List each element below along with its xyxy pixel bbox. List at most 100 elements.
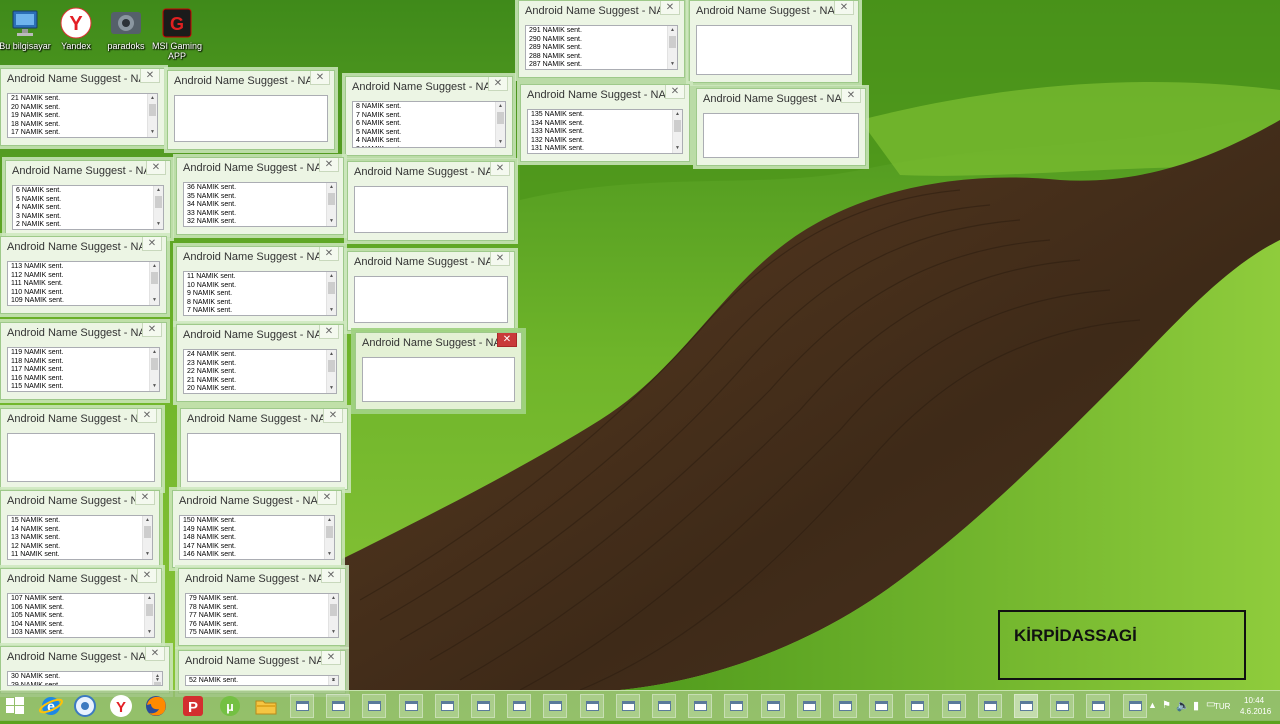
taskbar-window-button[interactable] bbox=[652, 694, 676, 718]
vertical-scrollbar[interactable]: ▲▼ bbox=[149, 262, 159, 305]
close-icon[interactable]: ✕ bbox=[310, 71, 330, 85]
yandex-small-button[interactable] bbox=[72, 693, 102, 719]
log-textbox[interactable]: 79 NAMIK sent.78 NAMIK sent.77 NAMIK sen… bbox=[185, 593, 339, 638]
log-textbox[interactable] bbox=[703, 113, 859, 158]
window-titlebar[interactable]: Android Name Suggest - NA...✕ bbox=[173, 491, 341, 513]
log-textbox[interactable]: 24 NAMIK sent.23 NAMIK sent.22 NAMIK sen… bbox=[183, 349, 337, 394]
log-textbox[interactable]: 119 NAMIK sent.118 NAMIK sent.117 NAMIK … bbox=[7, 347, 160, 392]
close-icon[interactable]: ✕ bbox=[497, 333, 517, 347]
scrollbar-thumb[interactable] bbox=[149, 104, 156, 116]
vertical-scrollbar[interactable]: ▲▼ bbox=[324, 516, 334, 559]
close-icon[interactable]: ✕ bbox=[321, 569, 341, 583]
close-icon[interactable]: ✕ bbox=[319, 325, 339, 339]
taskbar-window-button[interactable] bbox=[761, 694, 785, 718]
scroll-up-icon[interactable]: ▲ bbox=[150, 348, 159, 357]
scroll-down-icon[interactable]: ▼ bbox=[496, 138, 505, 147]
close-icon[interactable]: ✕ bbox=[665, 85, 685, 99]
app-window[interactable]: Android Name Suggest - NA...✕79 NAMIK se… bbox=[178, 568, 346, 646]
close-icon[interactable]: ✕ bbox=[145, 647, 165, 661]
window-titlebar[interactable]: Android Name Suggest - NA...✕ bbox=[177, 325, 343, 347]
taskbar-window-button[interactable] bbox=[724, 694, 748, 718]
taskbar-window-button[interactable] bbox=[833, 694, 857, 718]
window-titlebar[interactable]: Android Name Suggest - NA...✕ bbox=[1, 237, 166, 259]
taskbar-window-button[interactable] bbox=[616, 694, 640, 718]
log-textbox[interactable]: 30 NAMIK sent.29 NAMIK sent.28 NAMIK sen… bbox=[7, 671, 163, 686]
app-window[interactable]: Android Name Suggest - NA...✕21 NAMIK se… bbox=[0, 68, 165, 146]
window-titlebar[interactable]: Android Name Suggest - NA...✕ bbox=[1, 569, 161, 591]
vertical-scrollbar[interactable]: ▲▼ bbox=[326, 272, 336, 315]
log-textbox[interactable]: 291 NAMIK sent.290 NAMIK sent.289 NAMIK … bbox=[525, 25, 678, 70]
window-titlebar[interactable]: Android Name Suggest - NA...✕ bbox=[1, 491, 159, 513]
taskbar-window-button[interactable] bbox=[1086, 694, 1110, 718]
vertical-scrollbar[interactable]: ▲▼ bbox=[672, 110, 682, 153]
close-icon[interactable]: ✕ bbox=[323, 409, 343, 423]
scroll-up-icon[interactable]: ▲ bbox=[668, 26, 677, 35]
app-window[interactable]: Android Name Suggest - NA...✕52 NAMIK se… bbox=[178, 650, 346, 694]
vertical-scrollbar[interactable]: ▲▼ bbox=[144, 594, 154, 637]
app-window[interactable]: Android Name Suggest - NA...✕ bbox=[167, 70, 335, 150]
log-textbox[interactable] bbox=[362, 357, 515, 402]
scroll-down-icon[interactable]: ▼ bbox=[145, 628, 154, 637]
language-indicator[interactable]: TUR bbox=[1214, 702, 1230, 711]
tray-expand-icon[interactable]: ▲ bbox=[1148, 700, 1157, 710]
log-textbox[interactable]: 107 NAMIK sent.106 NAMIK sent.105 NAMIK … bbox=[7, 593, 155, 638]
window-titlebar[interactable]: Android Name Suggest - NA...✕ bbox=[181, 409, 347, 431]
scroll-up-icon[interactable]: ▲ bbox=[148, 94, 157, 103]
log-textbox[interactable] bbox=[354, 186, 508, 233]
window-titlebar[interactable]: Android Name Suggest - NA...✕ bbox=[348, 252, 514, 274]
file-explorer-button[interactable] bbox=[253, 693, 283, 719]
app-window[interactable]: Android Name Suggest - NA...✕291 NAMIK s… bbox=[518, 0, 685, 78]
taskbar-window-button[interactable] bbox=[543, 694, 567, 718]
log-textbox[interactable] bbox=[7, 433, 155, 482]
volume-icon[interactable]: 🔈 bbox=[1176, 699, 1190, 712]
close-icon[interactable]: ✕ bbox=[135, 491, 155, 505]
taskbar-window-button[interactable] bbox=[580, 694, 604, 718]
scroll-up-icon[interactable]: ▲ bbox=[154, 186, 163, 195]
clock-time[interactable]: 10:44 bbox=[1244, 696, 1264, 705]
clock-date[interactable]: 4.6.2016 bbox=[1240, 707, 1271, 716]
scroll-down-icon[interactable]: ▼ bbox=[148, 128, 157, 137]
taskbar-window-button[interactable] bbox=[326, 694, 350, 718]
app-window[interactable]: Android Name Suggest - NA...✕11 NAMIK se… bbox=[176, 246, 344, 324]
close-icon[interactable]: ✕ bbox=[142, 323, 162, 337]
scroll-up-icon[interactable]: ▲ bbox=[325, 516, 334, 525]
vertical-scrollbar[interactable]: ▲▼ bbox=[152, 672, 162, 685]
taskbar-window-button[interactable] bbox=[1014, 694, 1038, 718]
scroll-down-icon[interactable]: ▼ bbox=[668, 60, 677, 69]
log-textbox[interactable]: 21 NAMIK sent.20 NAMIK sent.19 NAMIK sen… bbox=[7, 93, 158, 138]
taskbar-window-button[interactable] bbox=[1123, 694, 1147, 718]
window-titlebar[interactable]: Android Name Suggest - NA...✕ bbox=[1, 323, 166, 345]
scroll-up-icon[interactable]: ▲ bbox=[673, 110, 682, 119]
app-window[interactable]: Android Name Suggest - NA...✕113 NAMIK s… bbox=[0, 236, 167, 314]
vertical-scrollbar[interactable]: ▲▼ bbox=[328, 594, 338, 637]
app-window[interactable]: Android Name Suggest - NA...✕135 NAMIK s… bbox=[520, 84, 690, 162]
scrollbar-thumb[interactable] bbox=[328, 193, 335, 205]
close-icon[interactable]: ✕ bbox=[317, 491, 337, 505]
log-textbox[interactable]: 150 NAMIK sent.149 NAMIK sent.148 NAMIK … bbox=[179, 515, 335, 560]
scroll-down-icon[interactable]: ▼ bbox=[673, 144, 682, 153]
taskbar-window-button[interactable] bbox=[471, 694, 495, 718]
scroll-up-icon[interactable]: ▲ bbox=[496, 102, 505, 111]
app-window[interactable]: Android Name Suggest - NA...✕119 NAMIK s… bbox=[0, 322, 167, 400]
log-textbox[interactable]: 135 NAMIK sent.134 NAMIK sent.133 NAMIK … bbox=[527, 109, 683, 154]
scroll-down-icon[interactable]: ▼ bbox=[150, 296, 159, 305]
scrollbar-thumb[interactable] bbox=[144, 526, 151, 538]
close-icon[interactable]: ✕ bbox=[321, 651, 341, 665]
app-window[interactable]: Android Name Suggest - NA...✕15 NAMIK se… bbox=[0, 490, 160, 568]
vertical-scrollbar[interactable]: ▲▼ bbox=[149, 348, 159, 391]
vertical-scrollbar[interactable]: ▲▼ bbox=[147, 94, 157, 137]
vertical-scrollbar[interactable]: ▲▼ bbox=[153, 186, 163, 229]
vertical-scrollbar[interactable]: ▲▼ bbox=[328, 676, 338, 685]
window-titlebar[interactable]: Android Name Suggest - NA...✕ bbox=[697, 89, 865, 111]
taskbar-window-button[interactable] bbox=[507, 694, 531, 718]
app-window[interactable]: Android Name Suggest - NA...✕150 NAMIK s… bbox=[172, 490, 342, 568]
close-icon[interactable]: ✕ bbox=[490, 252, 510, 266]
taskbar-window-button[interactable] bbox=[435, 694, 459, 718]
app-window[interactable]: Android Name Suggest - NA...✕ bbox=[689, 0, 859, 83]
scroll-up-icon[interactable]: ▲ bbox=[143, 516, 152, 525]
taskbar-window-button[interactable] bbox=[1050, 694, 1074, 718]
close-icon[interactable]: ✕ bbox=[140, 69, 160, 83]
internet-explorer-button[interactable]: e bbox=[38, 693, 68, 719]
scrollbar-thumb[interactable] bbox=[669, 36, 676, 48]
scroll-up-icon[interactable]: ▲ bbox=[327, 350, 336, 359]
